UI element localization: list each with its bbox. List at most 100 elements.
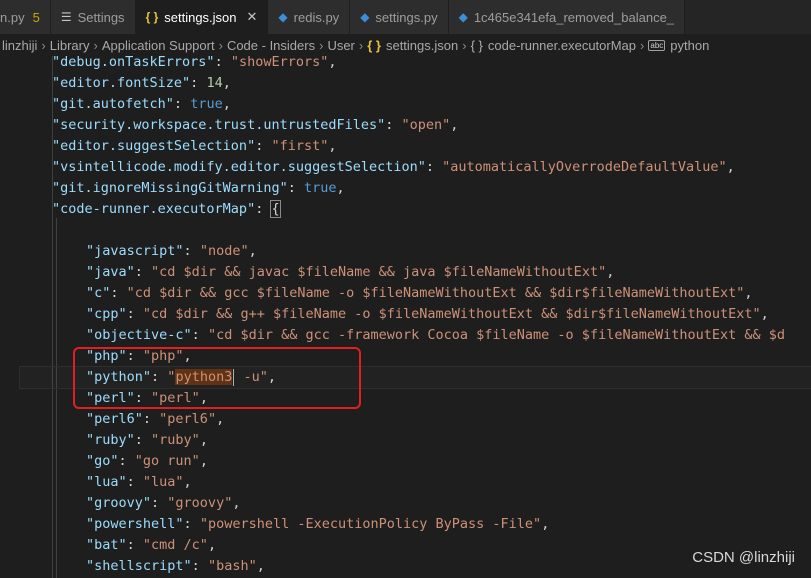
- json-value: true: [190, 96, 223, 112]
- breadcrumb: linzhiji › Library › Application Support › Cod…: [0, 34, 811, 56]
- json-key: "ruby": [86, 432, 135, 448]
- json-key: "bat": [86, 537, 127, 553]
- tab-bar: n.py 5 ☰ Settings { } settings.json ✕ ◆ redis.py…: [0, 0, 811, 34]
- code-line[interactable]: "git.ignoreMissingGitWarning": true,: [52, 178, 345, 199]
- chevron-right-icon: ›: [93, 37, 98, 53]
- json-key: "security.workspace.trust.untrustedFiles…: [52, 117, 386, 133]
- json-value: "groovy": [167, 495, 233, 511]
- problem-count-badge: 5: [32, 9, 40, 25]
- close-icon[interactable]: ✕: [247, 9, 258, 25]
- tab-label: 1c465e341efa_removed_balance_: [473, 9, 675, 25]
- chevron-right-icon: ›: [218, 37, 223, 53]
- code-line[interactable]: "javascript": "node",: [86, 241, 257, 262]
- code-line[interactable]: "security.workspace.trust.untrustedFiles…: [52, 115, 458, 136]
- json-value: "cd $dir && gcc -framework Cocoa $fileNa…: [207, 327, 786, 343]
- tab-label: settings.py: [375, 9, 438, 25]
- breadcrumb-item[interactable]: Application Support: [102, 38, 215, 53]
- json-key: "shellscript": [86, 558, 192, 574]
- json-value: "bash": [207, 558, 257, 574]
- object-icon: { }: [470, 37, 483, 53]
- json-value: "cd $dir && javac $fileName && java $fil…: [151, 264, 607, 280]
- json-key: "debug.onTaskErrors": [52, 56, 215, 70]
- json-key: "git.autofetch": [52, 96, 174, 112]
- json-value: "ruby": [151, 432, 200, 448]
- json-value: "perl6": [159, 411, 217, 427]
- code-line[interactable]: "bat": "cmd /c",: [86, 535, 216, 556]
- json-value: {: [270, 200, 281, 218]
- punctuation: ,: [222, 75, 231, 91]
- code-line[interactable]: "debug.onTaskErrors": "showErrors",: [52, 56, 337, 73]
- watermark: CSDN @linzhiji: [692, 549, 795, 566]
- punctuation: ,: [450, 117, 459, 133]
- tab-4[interactable]: ◆ settings.py: [350, 0, 449, 34]
- breadcrumb-item[interactable]: User: [327, 38, 354, 53]
- breadcrumb-item[interactable]: Library: [50, 38, 90, 53]
- code-line[interactable]: "c": "cd $dir && gcc $fileName -o $fileN…: [86, 283, 753, 304]
- json-key: "powershell": [86, 516, 184, 532]
- json-file-icon: { }: [367, 37, 381, 53]
- code-line[interactable]: "code-runner.executorMap": {: [52, 199, 281, 220]
- code-line[interactable]: "shellscript": "bash",: [86, 556, 265, 577]
- code-line[interactable]: "groovy": "groovy",: [86, 493, 240, 514]
- punctuation: ,: [328, 138, 337, 154]
- tab-1[interactable]: ☰ Settings: [50, 0, 136, 34]
- punctuation: ,: [328, 56, 337, 70]
- python-file-icon: ◆: [458, 10, 468, 24]
- python-file-icon: ◆: [278, 10, 288, 24]
- json-key: "c": [86, 285, 111, 301]
- punctuation: ,: [726, 159, 735, 175]
- json-value: "cd $dir && gcc $fileName -o $fileNameWi…: [126, 285, 745, 301]
- chevron-right-icon: ›: [462, 37, 467, 53]
- code-line[interactable]: "powershell": "powershell -ExecutionPoli…: [86, 514, 549, 535]
- json-key: "perl6": [86, 411, 143, 427]
- json-value: "cd $dir && g++ $fileName -o $fileNameWi…: [142, 306, 761, 322]
- breadcrumb-item[interactable]: code-runner.executorMap: [488, 38, 636, 53]
- code-line[interactable]: "ruby": "ruby",: [86, 430, 208, 451]
- json-value: "open": [401, 117, 451, 133]
- code-editor[interactable]: "debug.onTaskErrors": "showErrors", "edit…: [0, 56, 811, 578]
- json-value: "powershell -ExecutionPolicy ByPass -Fil…: [199, 516, 542, 532]
- json-value: "showErrors": [230, 56, 329, 70]
- json-key: "editor.fontSize": [52, 75, 191, 91]
- tab-5[interactable]: ◆ 1c465e341efa_removed_balance_: [448, 0, 686, 34]
- json-key: "java": [86, 264, 135, 280]
- chevron-right-icon: ›: [358, 37, 364, 53]
- tab-label: settings.json: [164, 9, 237, 25]
- json-value: 14: [206, 75, 223, 91]
- json-key: "objective-c": [86, 327, 192, 343]
- tab-0[interactable]: n.py 5: [0, 0, 51, 34]
- python-file-icon: ◆: [360, 10, 370, 24]
- tab-label: n.py: [0, 9, 25, 25]
- breadcrumb-item[interactable]: python: [670, 38, 709, 53]
- breadcrumb-item[interactable]: Code - Insiders: [227, 38, 315, 53]
- json-key: "lua": [86, 474, 127, 490]
- code-line[interactable]: "go": "go run",: [86, 451, 208, 472]
- json-key: "code-runner.executorMap": [52, 201, 256, 217]
- code-line[interactable]: "java": "cd $dir && javac $fileName && j…: [86, 262, 614, 283]
- tab-label: Settings: [77, 9, 125, 25]
- string-icon: abc: [648, 39, 666, 51]
- annotation-box: [73, 347, 361, 409]
- code-line[interactable]: "editor.suggestSelection": "first",: [52, 136, 337, 157]
- code-line[interactable]: "editor.fontSize": 14,: [52, 73, 231, 94]
- json-key: "git.ignoreMissingGitWarning": [52, 180, 288, 196]
- json-key: "javascript": [86, 243, 184, 259]
- json-key: "go": [86, 453, 119, 469]
- json-key: "vsintellicode.modify.editor.suggestSele…: [52, 159, 426, 175]
- code-line[interactable]: "lua": "lua",: [86, 472, 192, 493]
- json-key: "groovy": [86, 495, 152, 511]
- json-value: "lua": [142, 474, 184, 490]
- code-line[interactable]: "vsintellicode.modify.editor.suggestSele…: [52, 157, 735, 178]
- json-value: "cmd /c": [142, 537, 208, 553]
- code-line[interactable]: "git.autofetch": true,: [52, 94, 231, 115]
- chevron-right-icon: ›: [319, 37, 324, 53]
- tab-3[interactable]: ◆ redis.py: [268, 0, 351, 34]
- code-line[interactable]: "perl6": "perl6",: [86, 409, 224, 430]
- code-line[interactable]: "cpp": "cd $dir && g++ $fileName -o $fil…: [86, 304, 769, 325]
- json-key: "editor.suggestSelection": [52, 138, 256, 154]
- settings-icon: ☰: [60, 10, 72, 24]
- breadcrumb-item[interactable]: settings.json: [386, 38, 458, 53]
- code-line[interactable]: "objective-c": "cd $dir && gcc -framewor…: [86, 325, 785, 346]
- breadcrumb-item[interactable]: linzhiji: [2, 38, 37, 53]
- tab-2[interactable]: { } settings.json ✕: [135, 0, 269, 34]
